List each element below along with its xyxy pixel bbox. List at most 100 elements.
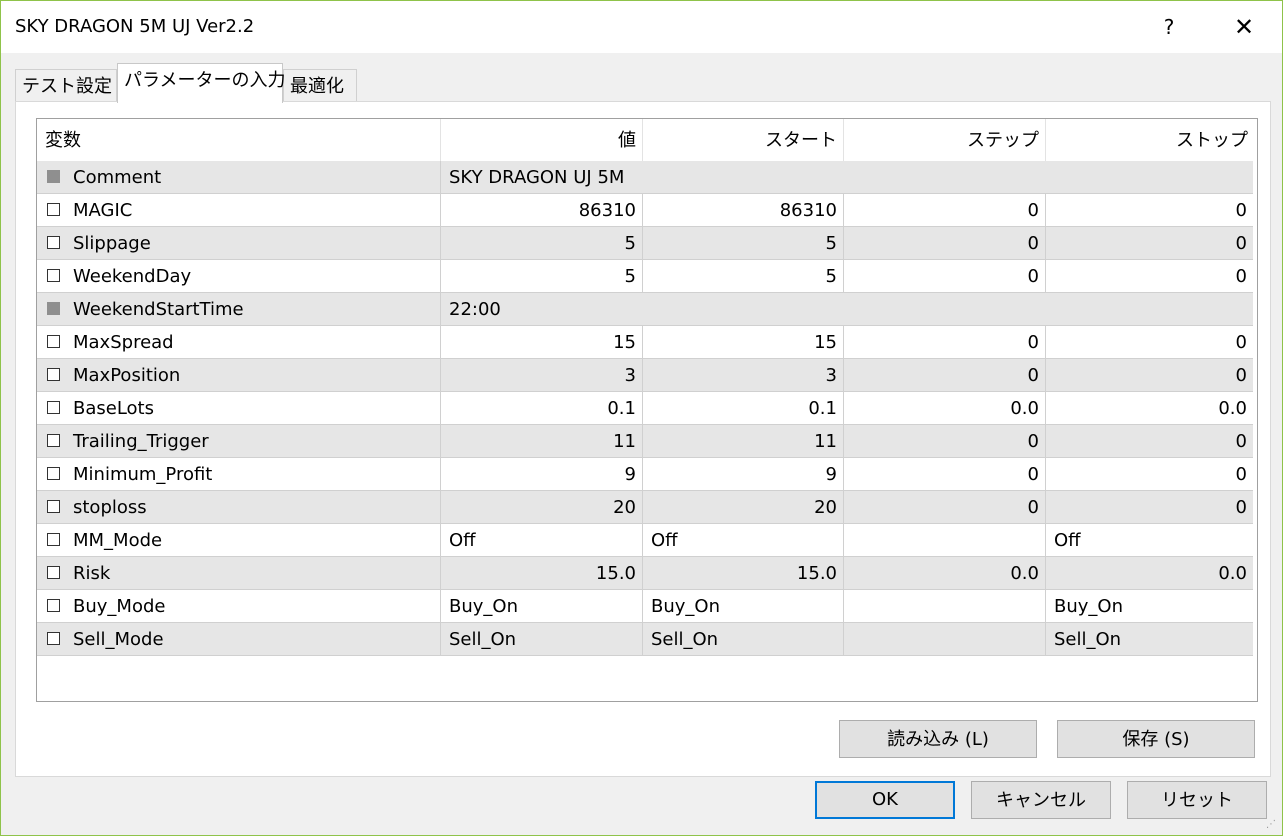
value-cell[interactable]: Sell_On (441, 623, 643, 655)
tab-optimization[interactable]: 最適化 (283, 69, 357, 101)
step-cell[interactable] (844, 623, 1046, 655)
value-cell[interactable]: 3 (441, 359, 643, 391)
value-cell[interactable]: 15.0 (441, 557, 643, 589)
step-cell[interactable] (844, 524, 1046, 556)
reset-button[interactable]: リセット (1127, 781, 1267, 819)
table-row[interactable]: MAGIC 86310 86310 0 0 (37, 194, 1253, 227)
table-row[interactable]: WeekendDay 5 5 0 0 (37, 260, 1253, 293)
step-cell[interactable]: 0 (844, 425, 1046, 457)
start-cell[interactable]: 15.0 (643, 557, 844, 589)
stop-cell[interactable]: Sell_On (1046, 623, 1253, 655)
optimize-checkbox[interactable] (47, 434, 60, 447)
column-header-start[interactable]: スタート (643, 119, 844, 161)
start-cell[interactable]: 9 (643, 458, 844, 490)
table-row[interactable]: MaxPosition 3 3 0 0 (37, 359, 1253, 392)
stop-cell[interactable]: 0 (1046, 491, 1253, 523)
start-cell[interactable]: Buy_On (643, 590, 844, 622)
step-cell[interactable]: 0 (844, 491, 1046, 523)
ok-button[interactable]: OK (815, 781, 955, 819)
table-row[interactable]: BaseLots 0.1 0.1 0.0 0.0 (37, 392, 1253, 425)
step-cell[interactable]: 0 (844, 227, 1046, 259)
start-cell[interactable]: 86310 (643, 194, 844, 226)
table-row[interactable]: Slippage 5 5 0 0 (37, 227, 1253, 260)
value-cell[interactable]: 0.1 (441, 392, 643, 424)
step-cell[interactable]: 0 (844, 194, 1046, 226)
table-row[interactable]: Trailing_Trigger 11 11 0 0 (37, 425, 1253, 458)
close-button[interactable]: ✕ (1223, 9, 1265, 45)
table-row[interactable]: Comment SKY DRAGON UJ 5M (37, 161, 1253, 194)
start-cell[interactable]: Sell_On (643, 623, 844, 655)
optimize-checkbox[interactable] (47, 368, 60, 381)
table-row[interactable]: stoploss 20 20 0 0 (37, 491, 1253, 524)
value-cell[interactable]: SKY DRAGON UJ 5M (441, 161, 1253, 193)
value-cell[interactable]: 11 (441, 425, 643, 457)
start-cell[interactable]: 0.1 (643, 392, 844, 424)
step-cell[interactable]: 0.0 (844, 392, 1046, 424)
optimize-checkbox[interactable] (47, 203, 60, 216)
value-cell[interactable]: 5 (441, 227, 643, 259)
table-row[interactable]: MM_Mode Off Off Off (37, 524, 1253, 557)
column-header-variable[interactable]: 変数 (37, 119, 441, 161)
stop-cell[interactable]: Off (1046, 524, 1253, 556)
value-cell[interactable]: 20 (441, 491, 643, 523)
stop-cell[interactable]: 0 (1046, 425, 1253, 457)
save-button[interactable]: 保存 (S) (1057, 720, 1255, 758)
stop-cell[interactable]: Buy_On (1046, 590, 1253, 622)
stop-cell[interactable]: 0.0 (1046, 392, 1253, 424)
variable-cell: Trailing_Trigger (37, 425, 441, 457)
stop-cell[interactable]: 0 (1046, 194, 1253, 226)
load-button[interactable]: 読み込み (L) (839, 720, 1037, 758)
value-cell[interactable]: 86310 (441, 194, 643, 226)
column-header-value[interactable]: 値 (441, 119, 643, 161)
optimize-checkbox[interactable] (47, 500, 60, 513)
optimize-checkbox[interactable] (47, 269, 60, 282)
start-cell[interactable]: 5 (643, 260, 844, 292)
stop-cell[interactable]: 0 (1046, 458, 1253, 490)
help-button[interactable]: ? (1149, 9, 1189, 45)
value-cell[interactable]: 15 (441, 326, 643, 358)
optimize-checkbox[interactable] (47, 599, 60, 612)
start-cell[interactable]: 20 (643, 491, 844, 523)
step-cell[interactable] (844, 590, 1046, 622)
optimize-checkbox[interactable] (47, 236, 60, 249)
stop-cell[interactable]: 0 (1046, 227, 1253, 259)
start-cell[interactable]: 3 (643, 359, 844, 391)
stop-cell[interactable]: 0.0 (1046, 557, 1253, 589)
table-row[interactable]: WeekendStartTime 22:00 (37, 293, 1253, 326)
step-cell[interactable]: 0 (844, 359, 1046, 391)
stop-cell[interactable]: 0 (1046, 359, 1253, 391)
table-row[interactable]: Minimum_Profit 9 9 0 0 (37, 458, 1253, 491)
optimize-checkbox[interactable] (47, 533, 60, 546)
optimize-checkbox[interactable] (47, 632, 60, 645)
step-cell[interactable]: 0 (844, 458, 1046, 490)
step-cell[interactable]: 0.0 (844, 557, 1046, 589)
step-cell[interactable]: 0 (844, 326, 1046, 358)
value-cell[interactable]: 9 (441, 458, 643, 490)
cancel-button[interactable]: キャンセル (971, 781, 1111, 819)
value-cell[interactable]: 22:00 (441, 293, 1253, 325)
value-cell[interactable]: Buy_On (441, 590, 643, 622)
start-cell[interactable]: 15 (643, 326, 844, 358)
start-cell[interactable]: 5 (643, 227, 844, 259)
optimize-checkbox[interactable] (47, 566, 60, 579)
resize-grip-icon[interactable]: ⋰ (1266, 819, 1278, 831)
step-cell[interactable]: 0 (844, 260, 1046, 292)
table-row[interactable]: Sell_Mode Sell_On Sell_On Sell_On (37, 623, 1253, 656)
optimize-checkbox[interactable] (47, 401, 60, 414)
table-row[interactable]: Buy_Mode Buy_On Buy_On Buy_On (37, 590, 1253, 623)
value-cell[interactable]: 5 (441, 260, 643, 292)
column-header-stop[interactable]: ストップ (1046, 119, 1254, 161)
column-header-step[interactable]: ステップ (844, 119, 1046, 161)
table-row[interactable]: MaxSpread 15 15 0 0 (37, 326, 1253, 359)
optimize-checkbox[interactable] (47, 467, 60, 480)
tab-test-settings[interactable]: テスト設定 (15, 69, 117, 101)
stop-cell[interactable]: 0 (1046, 326, 1253, 358)
variable-cell: MaxPosition (37, 359, 441, 391)
stop-cell[interactable]: 0 (1046, 260, 1253, 292)
start-cell[interactable]: Off (643, 524, 844, 556)
tab-parameters[interactable]: パラメーターの入力 (117, 63, 285, 103)
start-cell[interactable]: 11 (643, 425, 844, 457)
value-cell[interactable]: Off (441, 524, 643, 556)
table-row[interactable]: Risk 15.0 15.0 0.0 0.0 (37, 557, 1253, 590)
optimize-checkbox[interactable] (47, 335, 60, 348)
